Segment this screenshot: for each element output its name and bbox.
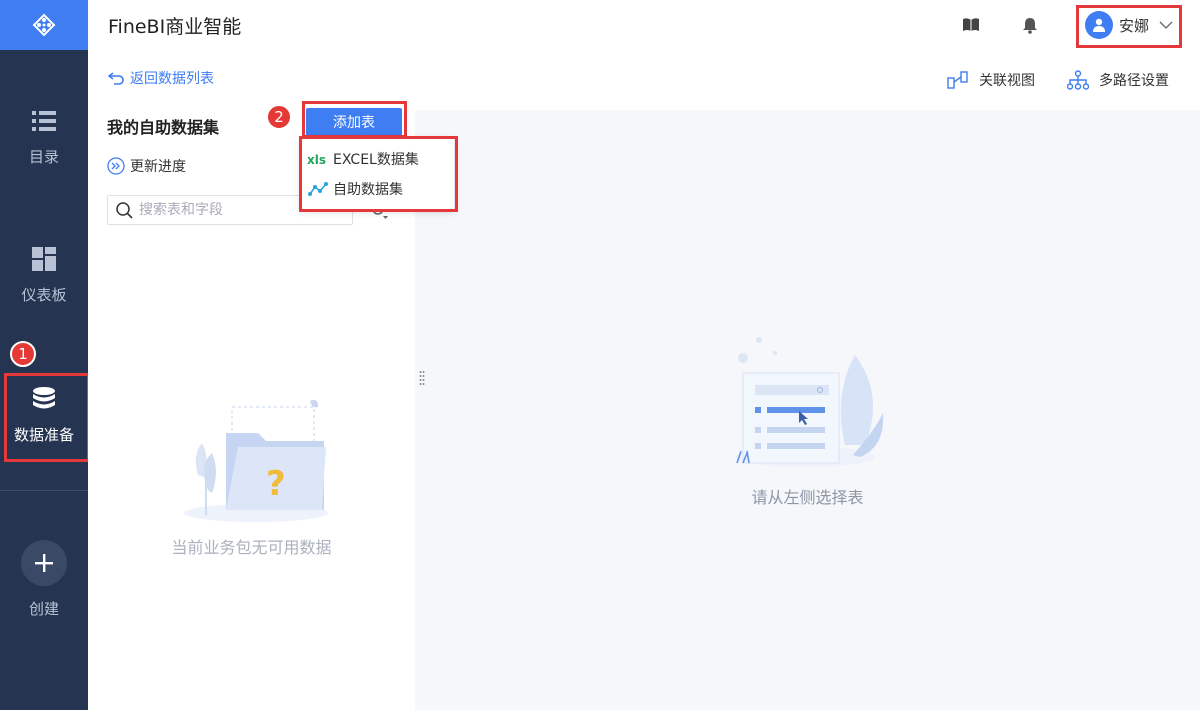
highlight-box-data-prep (4, 373, 90, 462)
top-header: FineBI商业智能 安娜 (88, 0, 1200, 50)
empty-folder-illustration: ? (184, 399, 328, 522)
app-logo[interactable] (0, 0, 88, 50)
step-badge-2: 2 (266, 104, 292, 130)
refresh-progress-icon (107, 157, 125, 175)
logo-icon (32, 13, 56, 37)
back-arrow-icon (108, 72, 124, 85)
svg-text:?: ? (266, 464, 286, 504)
sidebar-divider (0, 490, 88, 491)
create-button[interactable] (21, 540, 67, 586)
back-link-label: 返回数据列表 (130, 71, 214, 87)
sidebar-item-create[interactable]: 创建 (0, 540, 88, 619)
relation-view-icon (947, 71, 968, 89)
app-title: FineBI商业智能 (108, 16, 242, 38)
empty-data-message: 当前业务包无可用数据 (171, 538, 332, 557)
sidebar-item-label: 仪表板 (21, 286, 67, 304)
hierarchy-icon (1067, 70, 1089, 90)
list-icon (32, 111, 56, 131)
update-progress-label: 更新进度 (130, 159, 186, 175)
multi-path-settings-button[interactable]: 多路径设置 (1067, 70, 1169, 90)
update-progress-link[interactable]: 更新进度 (107, 156, 186, 176)
main-toolbar: 关联视图 多路径设置 (415, 50, 1200, 110)
plus-icon (35, 554, 53, 572)
back-to-list-link[interactable]: 返回数据列表 (108, 68, 214, 88)
relation-view-label: 关联视图 (979, 73, 1035, 89)
sidebar-item-label: 创建 (28, 600, 59, 618)
highlight-box-add-table (302, 101, 407, 138)
highlight-box-user (1076, 5, 1182, 48)
sidebar-item-label: 目录 (28, 148, 59, 166)
select-table-illustration (735, 337, 884, 467)
sidebar-item-dashboard[interactable]: 仪表板 (0, 246, 88, 305)
book-icon[interactable] (961, 15, 981, 35)
step-badge-1: 1 (10, 341, 36, 367)
panel-resize-handle[interactable] (419, 370, 425, 386)
select-table-prompt: 请从左侧选择表 (751, 488, 864, 507)
multi-path-label: 多路径设置 (1099, 73, 1169, 89)
highlight-box-dropdown (299, 136, 458, 212)
relation-view-button[interactable]: 关联视图 (947, 70, 1035, 90)
dashboard-icon (32, 247, 56, 271)
search-icon (116, 201, 133, 219)
section-title: 我的自助数据集 (107, 118, 220, 137)
bell-icon[interactable] (1020, 15, 1040, 35)
sidebar-item-catalog[interactable]: 目录 (0, 108, 88, 167)
